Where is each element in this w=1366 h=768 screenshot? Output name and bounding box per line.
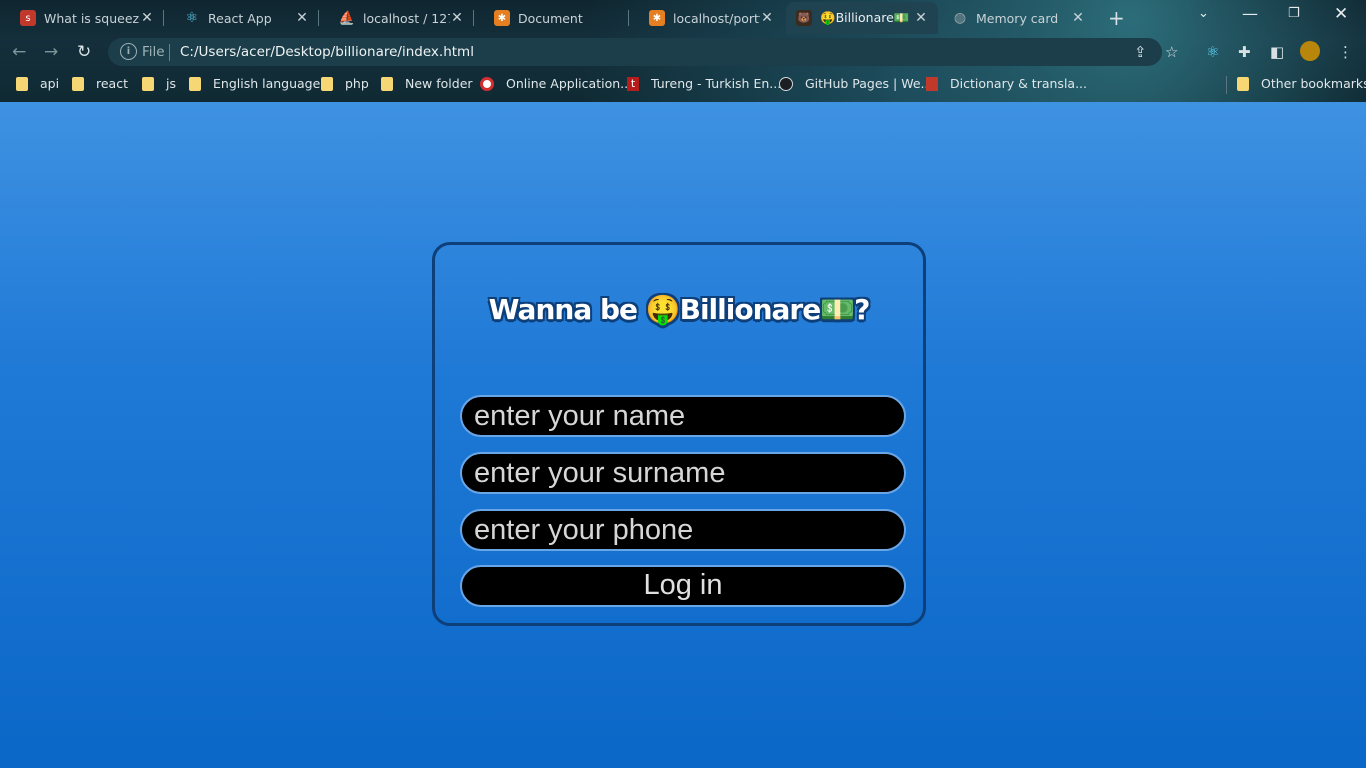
tab-title: React App xyxy=(208,10,272,26)
bookmark-star-icon[interactable]: ☆ xyxy=(1165,43,1178,61)
bookmark-label: Dictionary & transla... xyxy=(950,76,1087,91)
tab-billionare[interactable]: 🐻 🤑Billionare💵 ✕ xyxy=(786,2,938,34)
bookmark-new-folder[interactable]: New folder xyxy=(381,76,473,91)
forward-arrow-icon[interactable]: → xyxy=(44,42,58,62)
extensions-puzzle-icon[interactable]: ✚ xyxy=(1238,43,1251,61)
bookmark-label: react xyxy=(96,76,128,91)
close-tab-icon[interactable]: ✕ xyxy=(1071,10,1085,26)
folder-icon xyxy=(142,76,154,91)
tab-document[interactable]: ✱ Document xyxy=(474,4,629,32)
login-button[interactable]: Log in xyxy=(460,565,906,607)
login-card: Wanna be 🤑Billionare💵? Log in xyxy=(432,242,926,626)
reload-icon[interactable]: ↻ xyxy=(77,42,91,62)
tab-search-chevron-icon[interactable]: ⌄ xyxy=(1198,6,1209,21)
tab-react-app[interactable]: ⚛ React App ✕ xyxy=(164,4,319,32)
bookmark-label: api xyxy=(40,76,60,91)
bookmark-other-bookmarks[interactable]: Other bookmarks xyxy=(1237,76,1366,91)
scheme-label: File xyxy=(142,44,165,60)
bookmark-english-language[interactable]: English language xyxy=(189,76,320,91)
phpmyadmin-icon: ⛵ xyxy=(339,10,355,26)
close-tab-icon[interactable]: ✕ xyxy=(450,10,464,26)
bookmarks-divider xyxy=(1226,76,1227,94)
url-text[interactable]: C:/Users/acer/Desktop/billionare/index.h… xyxy=(180,44,474,60)
tab-what-is-squeeze[interactable]: s What is squeeze ✕ xyxy=(0,4,164,32)
bookmark-dictionary[interactable]: Dictionary & transla... xyxy=(926,76,1087,91)
sozluk-favicon-icon: s xyxy=(20,10,36,26)
react-devtools-icon[interactable]: ⚛ xyxy=(1206,43,1219,61)
address-divider xyxy=(169,44,170,61)
folder-icon xyxy=(1237,76,1249,91)
page-viewport: Wanna be 🤑Billionare💵? Log in xyxy=(0,102,1366,768)
name-input[interactable] xyxy=(460,395,906,437)
folder-icon xyxy=(72,76,84,91)
bookmark-online-application[interactable]: Online Application... xyxy=(480,76,632,91)
tab-title: 🤑Billionare💵 xyxy=(820,10,910,25)
minimize-button[interactable]: — xyxy=(1242,4,1258,23)
folder-icon xyxy=(381,76,393,91)
close-tab-icon[interactable]: ✕ xyxy=(914,10,928,26)
bear-favicon-icon: 🐻 xyxy=(796,10,812,26)
bookmark-label: js xyxy=(166,76,176,91)
restore-button[interactable]: ❐ xyxy=(1288,6,1300,21)
bookmark-label: GitHub Pages | We... xyxy=(805,76,933,91)
folder-icon xyxy=(321,76,333,91)
bookmark-github-pages[interactable]: GitHub Pages | We... xyxy=(779,76,932,91)
tab-title: localhost / 127.0. xyxy=(363,10,450,26)
tureng-icon: t xyxy=(627,76,639,91)
close-tab-icon[interactable]: ✕ xyxy=(295,10,309,26)
bookmark-tureng[interactable]: t Tureng - Turkish En... xyxy=(627,76,781,91)
tab-title: Document xyxy=(518,10,583,26)
bookmark-label: Tureng - Turkish En... xyxy=(651,76,782,91)
back-arrow-icon[interactable]: ← xyxy=(12,42,26,62)
react-icon: ⚛ xyxy=(185,10,199,26)
menu-kebab-icon[interactable]: ⋮ xyxy=(1338,43,1353,61)
bookmark-php[interactable]: php xyxy=(321,76,369,91)
close-tab-icon[interactable]: ✕ xyxy=(760,10,774,26)
tab-localhost-portfolio[interactable]: ✱ localhost/portfol ✕ xyxy=(629,4,784,32)
close-window-button[interactable]: ✕ xyxy=(1334,4,1348,24)
xampp-icon: ✱ xyxy=(649,10,665,26)
side-panel-icon[interactable]: ◧ xyxy=(1270,43,1284,61)
sozluk-icon xyxy=(926,76,938,91)
browser-chrome: s What is squeeze ✕ ⚛ React App ✕ ⛵ loca… xyxy=(0,0,1366,102)
page-title: Wanna be 🤑Billionare💵? xyxy=(488,293,871,326)
bookmark-api[interactable]: api xyxy=(16,76,59,91)
profile-avatar-icon[interactable] xyxy=(1300,41,1320,61)
tab-strip: s What is squeeze ✕ ⚛ React App ✕ ⛵ loca… xyxy=(0,0,1366,34)
bookmark-label: English language xyxy=(213,76,321,91)
new-tab-button[interactable]: + xyxy=(1108,6,1125,30)
tab-title: What is squeeze xyxy=(44,10,140,26)
surname-input[interactable] xyxy=(460,452,906,494)
info-icon[interactable]: i xyxy=(120,43,137,60)
folder-icon xyxy=(16,76,28,91)
phone-input[interactable] xyxy=(460,509,906,551)
bookmark-label: New folder xyxy=(405,76,473,91)
tab-localhost-phpmyadmin[interactable]: ⛵ localhost / 127.0. ✕ xyxy=(319,4,474,32)
folder-icon xyxy=(189,76,201,91)
tab-title: Memory card xyxy=(976,10,1059,26)
bookmark-label: Other bookmarks xyxy=(1261,76,1366,91)
bookmark-react[interactable]: react xyxy=(72,76,128,91)
close-tab-icon[interactable]: ✕ xyxy=(140,10,154,26)
tab-title: localhost/portfol xyxy=(673,10,760,26)
globe-icon: ◍ xyxy=(953,10,967,26)
bookmark-label: Online Application... xyxy=(506,76,633,91)
tab-memory-card[interactable]: ◍ Memory card ✕ xyxy=(940,4,1095,32)
share-icon[interactable]: ⇪ xyxy=(1134,43,1147,61)
xampp-icon: ✱ xyxy=(494,10,510,26)
bookmark-label: php xyxy=(345,76,369,91)
bookmark-js[interactable]: js xyxy=(142,76,176,91)
maple-leaf-icon xyxy=(480,76,494,91)
github-icon xyxy=(779,76,793,91)
